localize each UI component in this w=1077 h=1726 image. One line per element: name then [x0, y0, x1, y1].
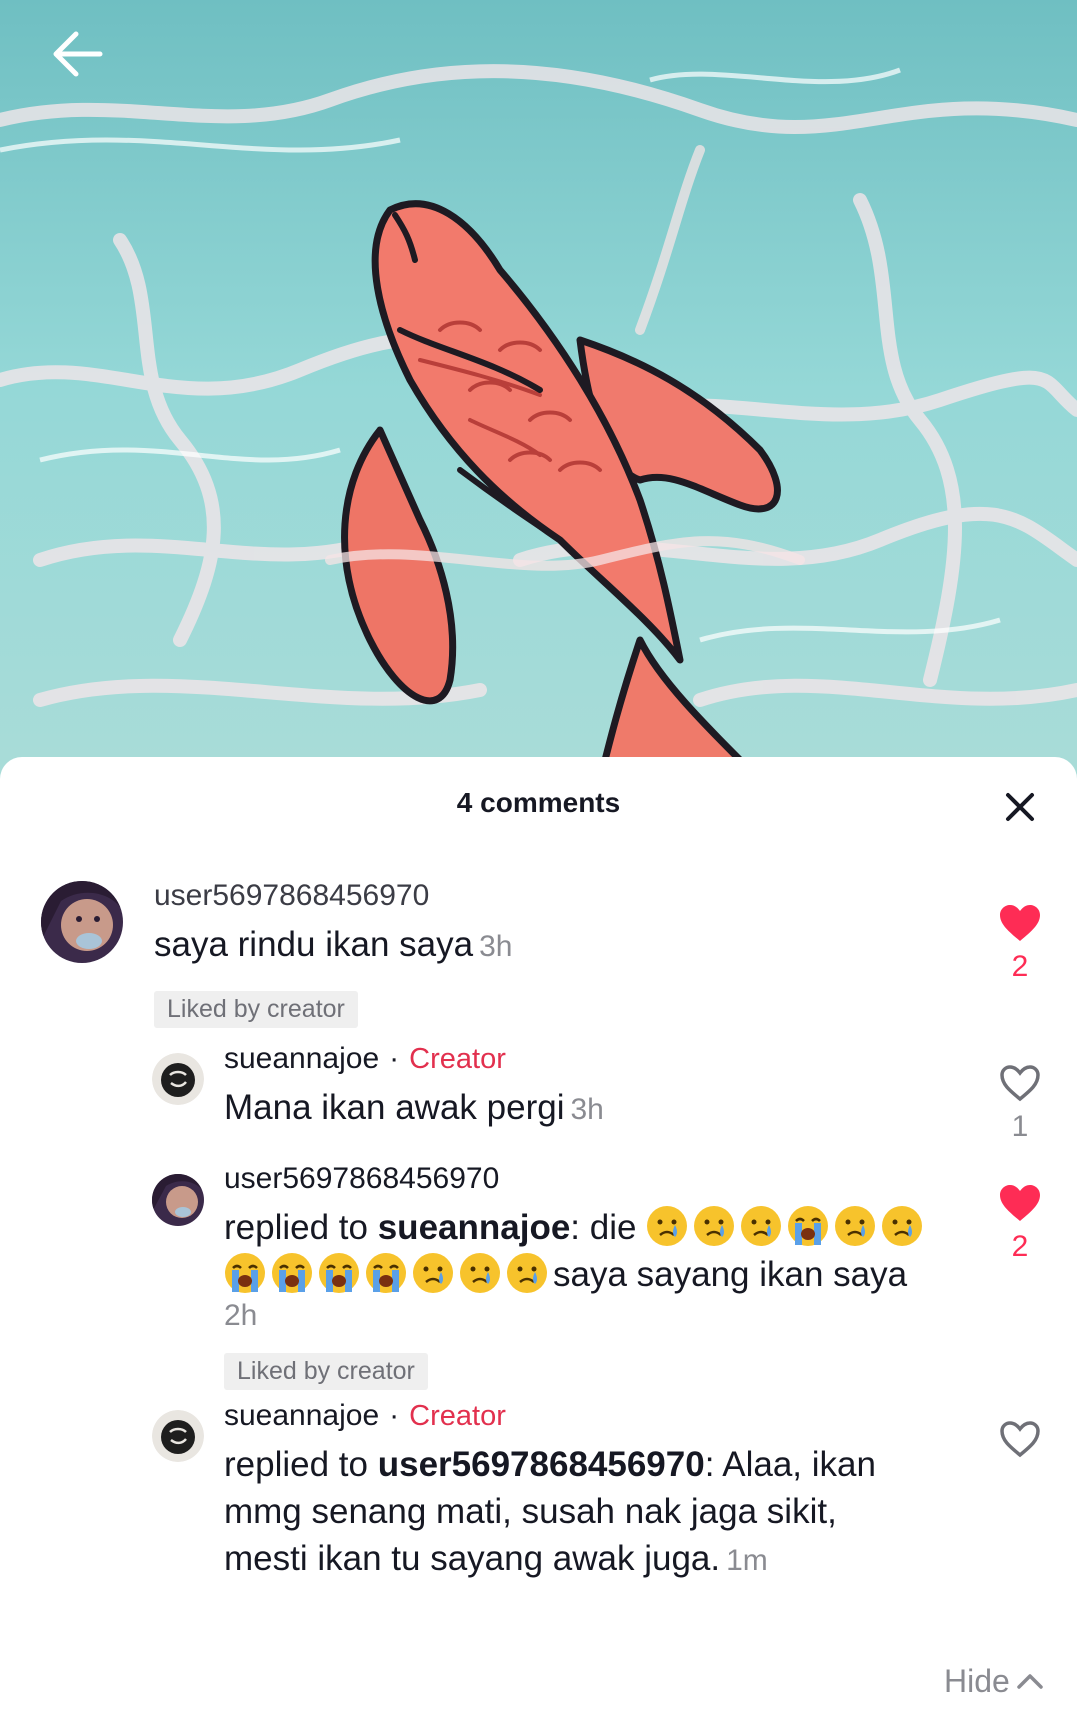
- loudly-crying-face-icon: [319, 1253, 359, 1293]
- comments-sheet: 4 comments user5697868456970 saya rindu …: [0, 757, 1077, 1726]
- loudly-crying-face-icon: [788, 1206, 829, 1246]
- reply-text: replied to sueannajoe: die saya sayang i…: [224, 1204, 964, 1298]
- comment-body: saya rindu ikan saya: [154, 925, 474, 964]
- comment-text: saya rindu ikan saya 3h: [154, 921, 512, 970]
- avatar[interactable]: [152, 1174, 204, 1226]
- sheet-title: 4 comments: [456, 787, 621, 818]
- chevron-up-icon: [1017, 1674, 1043, 1689]
- loudly-crying-face-icon: [272, 1253, 312, 1293]
- liked-by-creator-badge: Liked by creator: [154, 991, 358, 1028]
- like-count: 1: [1011, 1110, 1029, 1143]
- reply-username: sueannajoe · Creator: [224, 1399, 506, 1433]
- comment-time-text: 2h: [224, 1299, 258, 1332]
- username-link[interactable]: sueannajoe: [224, 1399, 379, 1432]
- heart-outline-icon: [1000, 1065, 1040, 1102]
- mention-link[interactable]: user5697868456970: [378, 1445, 705, 1484]
- hide-replies-button[interactable]: Hide: [944, 1663, 1044, 1700]
- crying-face-icon: [413, 1253, 453, 1293]
- like-count: 2: [1011, 950, 1029, 983]
- loudly-crying-face-icon: [225, 1253, 265, 1293]
- username-link[interactable]: sueannajoe: [224, 1042, 379, 1075]
- comment-body: Mana ikan awak pergi: [224, 1088, 565, 1127]
- mention-link[interactable]: sueannajoe: [378, 1208, 571, 1247]
- reply-line: mesti ikan tu sayang awak juga. 1m: [224, 1535, 984, 1584]
- like-button[interactable]: [990, 1419, 1050, 1464]
- comment-username[interactable]: user5697868456970: [154, 879, 429, 913]
- crying-face-icon: [647, 1206, 688, 1246]
- reply-text: Mana ikan awak pergi 3h: [224, 1084, 604, 1133]
- crying-face-icon: [507, 1253, 547, 1293]
- comment-time: 3h: [570, 1093, 604, 1126]
- reply-separator: :: [704, 1445, 723, 1484]
- heart-filled-icon: [1000, 905, 1040, 941]
- comment-body-cont: saya sayang ikan saya: [553, 1255, 908, 1294]
- like-button[interactable]: 1: [990, 1063, 1050, 1144]
- hide-label: Hide: [944, 1663, 1010, 1699]
- crying-face-icon: [835, 1206, 876, 1246]
- like-button[interactable]: 2: [990, 1183, 1050, 1264]
- avatar[interactable]: [152, 1053, 204, 1105]
- heart-outline-icon: [1000, 1421, 1040, 1458]
- creator-tag: Creator: [409, 1400, 506, 1432]
- arrow-left-icon[interactable]: [48, 24, 112, 88]
- creator-tag: Creator: [409, 1043, 506, 1075]
- avatar[interactable]: [152, 1410, 204, 1462]
- comment-time: 3h: [479, 930, 513, 963]
- separator-dot: ·: [389, 1042, 400, 1075]
- comment-body: mesti ikan tu sayang awak juga.: [224, 1539, 721, 1578]
- user-avatar-image: [152, 1174, 204, 1226]
- reply-prefix: replied to: [224, 1208, 378, 1247]
- comment-time: 1m: [726, 1544, 768, 1577]
- comment-body: die: [589, 1208, 637, 1247]
- heart-filled-icon: [1000, 1185, 1040, 1221]
- crying-face-icon: [882, 1206, 923, 1246]
- video-preview[interactable]: [0, 0, 1077, 780]
- reply-separator: :: [570, 1208, 590, 1247]
- reply-username: sueannajoe · Creator: [224, 1042, 506, 1076]
- user-avatar-image: [41, 881, 123, 963]
- like-count: 2: [1011, 1230, 1029, 1263]
- like-button[interactable]: 2: [990, 903, 1050, 984]
- avatar[interactable]: [41, 881, 123, 963]
- comment-body: Alaa, ikan: [722, 1445, 876, 1484]
- close-icon[interactable]: [1000, 787, 1040, 827]
- crying-face-icon: [694, 1206, 735, 1246]
- creator-avatar-image: [152, 1410, 204, 1462]
- creator-avatar-image: [152, 1053, 204, 1105]
- loudly-crying-face-icon: [366, 1253, 406, 1293]
- comment-time: 2h: [224, 1290, 257, 1339]
- reply-line: replied to user5697868456970: Alaa, ikan: [224, 1441, 984, 1488]
- crying-face-icon: [460, 1253, 500, 1293]
- crying-face-icon: [741, 1206, 782, 1246]
- reply-prefix: replied to: [224, 1445, 378, 1484]
- reply-text: replied to user5697868456970: Alaa, ikan…: [224, 1441, 984, 1584]
- liked-by-creator-badge: Liked by creator: [224, 1353, 428, 1390]
- koi-fish-illustration: [0, 0, 1077, 780]
- reply-line: mmg senang mati, susah nak jaga sikit,: [224, 1492, 837, 1531]
- separator-dot: ·: [389, 1399, 400, 1432]
- reply-username[interactable]: user5697868456970: [224, 1162, 499, 1196]
